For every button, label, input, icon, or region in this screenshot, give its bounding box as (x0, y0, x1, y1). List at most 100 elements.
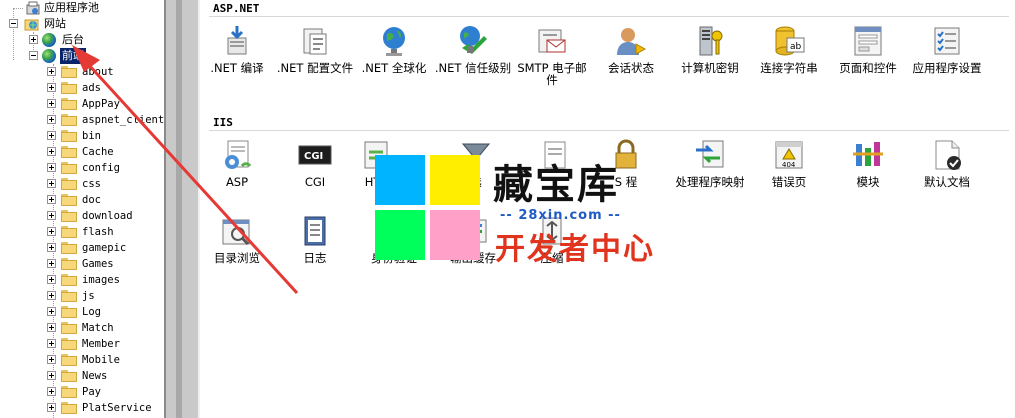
feature-item[interactable]: 目录浏览 (197, 214, 277, 264)
expand-toggle-icon[interactable] (47, 99, 56, 108)
folder-icon (61, 242, 77, 254)
feature-item[interactable]: .NET 信任级别 (433, 24, 513, 74)
folder-icon (61, 354, 77, 366)
feature-label: .NET 配置文件 (276, 61, 354, 75)
folder-icon (61, 82, 77, 94)
pages-controls-icon (851, 24, 885, 58)
tree-label: gamepic (82, 242, 127, 254)
expand-toggle-icon[interactable] (47, 131, 56, 140)
feature-label: 日志 (303, 251, 327, 265)
feature-item[interactable]: .NET 全球化 (354, 24, 434, 74)
tree-label: config (82, 162, 120, 174)
net-globalization-icon (377, 24, 411, 58)
expand-toggle-icon[interactable] (47, 163, 56, 172)
folder-icon (61, 178, 77, 190)
expand-toggle-icon[interactable] (47, 275, 56, 284)
folder-icon (61, 98, 77, 110)
folder-icon (61, 290, 77, 302)
expand-toggle-icon[interactable] (47, 371, 56, 380)
feature-item[interactable]: 会话状态 (591, 24, 671, 74)
folder-icon (61, 402, 77, 414)
expand-toggle-icon[interactable] (47, 227, 56, 236)
tree-label: PlatService (82, 402, 152, 414)
folder-icon (61, 146, 77, 158)
watermark-title: 藏宝库 (493, 161, 619, 208)
site-tree[interactable]: 应用程序池 网站 后台 前端 about ads AppPay aspnet_clie… (0, 0, 164, 418)
globe-icon (42, 33, 56, 47)
tree-label: Match (82, 322, 114, 334)
tree-label-selected: 前端 (60, 48, 86, 64)
section-title-aspnet: ASP.NET (213, 2, 260, 15)
folder-icon (61, 210, 77, 222)
handler-mappings-icon (693, 138, 727, 172)
expand-toggle-icon[interactable] (47, 243, 56, 252)
feature-item[interactable]: SMTP 电子邮件 (512, 24, 592, 86)
sites-folder-icon (24, 17, 39, 31)
tree-label: Cache (82, 146, 114, 158)
feature-label: .NET 全球化 (361, 61, 427, 75)
feature-label: SMTP 电子邮件 (517, 61, 587, 87)
feature-item[interactable]: 应用程序设置 (907, 24, 987, 74)
folder-icon (61, 194, 77, 206)
pane-splitter[interactable] (164, 0, 200, 418)
net-profile-icon (298, 24, 332, 58)
tree-label: AppPay (82, 98, 120, 110)
splitter-grip[interactable] (176, 0, 182, 418)
tree-label: 后台 (62, 33, 84, 46)
feature-item[interactable]: 计算机密钥 (670, 24, 750, 74)
expand-toggle-icon[interactable] (47, 115, 56, 124)
folder-icon (61, 370, 77, 382)
svg-text:CGI: CGI (304, 151, 323, 162)
section-divider (209, 16, 1009, 17)
cgi-icon: CGI (298, 138, 332, 172)
expand-toggle-icon[interactable] (47, 355, 56, 364)
tree-label: 应用程序池 (44, 1, 99, 14)
expand-toggle-icon[interactable] (47, 179, 56, 188)
directory-browsing-icon (220, 214, 254, 248)
tree-label: download (82, 210, 133, 222)
feature-item[interactable]: 默认文档 (907, 138, 987, 188)
feature-item[interactable]: 处理程序映射 (670, 138, 750, 188)
feature-item[interactable]: 模块 (828, 138, 908, 188)
feature-item[interactable]: .NET 配置文件 (275, 24, 355, 74)
expand-toggle-icon[interactable] (47, 387, 56, 396)
folder-icon (61, 386, 77, 398)
collapse-toggle-icon[interactable] (29, 51, 38, 60)
feature-item[interactable]: 页面和控件 (828, 24, 908, 74)
expand-toggle-icon[interactable] (47, 195, 56, 204)
feature-label: 页面和控件 (839, 61, 897, 75)
connection-strings-icon: ab (772, 24, 806, 58)
folder-icon (61, 114, 77, 126)
tree-label: images (82, 274, 120, 286)
feature-item[interactable]: ab 连接字符串 (749, 24, 829, 74)
tree-label: js (82, 290, 95, 302)
expand-toggle-icon[interactable] (47, 291, 56, 300)
expand-toggle-icon[interactable] (47, 307, 56, 316)
expand-toggle-icon[interactable] (47, 403, 56, 412)
expand-toggle-icon[interactable] (47, 259, 56, 268)
expand-toggle-icon[interactable] (47, 147, 56, 156)
expand-toggle-icon[interactable] (47, 67, 56, 76)
feature-label: 模块 (856, 175, 880, 189)
feature-label: ASP (225, 175, 249, 189)
feature-item[interactable]: ASP (197, 138, 277, 188)
feature-item[interactable]: 日志 (275, 214, 355, 264)
default-document-icon (930, 138, 964, 172)
collapse-toggle-icon[interactable] (9, 19, 18, 28)
expand-toggle-icon[interactable] (47, 323, 56, 332)
watermark-subtitle: 开发者中心 (495, 232, 655, 267)
feature-label: 计算机密钥 (681, 61, 739, 75)
feature-item[interactable]: 404 错误页 (749, 138, 829, 188)
feature-label: 错误页 (771, 175, 807, 189)
machine-key-icon (693, 24, 727, 58)
tree-label: News (82, 370, 108, 382)
expand-toggle-icon[interactable] (47, 211, 56, 220)
expand-toggle-icon[interactable] (29, 35, 38, 44)
folder-icon (61, 338, 77, 350)
feature-label: 目录浏览 (214, 251, 260, 265)
tree-label: Pay (82, 386, 101, 398)
expand-toggle-icon[interactable] (47, 83, 56, 92)
tree-label: Games (82, 258, 114, 270)
feature-item[interactable]: .NET 编译 (197, 24, 277, 74)
expand-toggle-icon[interactable] (47, 339, 56, 348)
